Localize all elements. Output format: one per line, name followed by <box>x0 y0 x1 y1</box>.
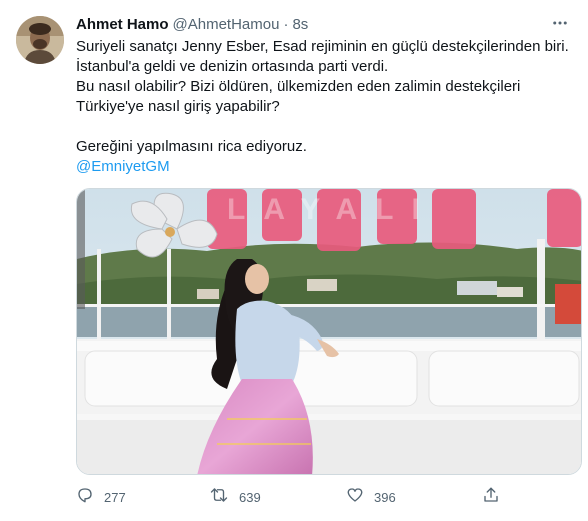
retweet-count: 639 <box>239 489 261 505</box>
tweet-actions: 277 639 396 <box>76 486 516 508</box>
reply-icon <box>76 486 94 509</box>
reply-button[interactable]: 277 <box>76 486 126 508</box>
avatar[interactable] <box>16 16 64 64</box>
share-button[interactable] <box>482 486 500 508</box>
photo-sign-text: LAYALI <box>227 193 438 226</box>
tweet-text-line: İstanbul'a geldi ve denizin ortasında pa… <box>76 58 389 75</box>
tweet-text-line: Bu nasıl olabilir? Bizi öldüren, ülkemiz… <box>76 78 521 95</box>
tweet[interactable]: Ahmet Hamo @AhmetHamou · 8s Suriyeli san… <box>0 0 588 521</box>
author-display-name[interactable]: Ahmet Hamo <box>76 16 169 33</box>
retweet-button[interactable]: 639 <box>209 486 261 508</box>
tweet-photo[interactable]: LAYALI <box>76 188 582 475</box>
more-horizontal-icon <box>551 14 569 37</box>
mention-link[interactable]: @EmniyetGM <box>76 157 574 177</box>
heart-icon <box>346 486 364 509</box>
tweet-content: Ahmet Hamo @AhmetHamou · 8s Suriyeli san… <box>76 14 574 177</box>
author-handle[interactable]: @AhmetHamou <box>173 16 280 33</box>
like-count: 396 <box>374 489 396 505</box>
share-icon <box>482 486 500 509</box>
tweet-text-line: Türkiye'ye nasıl giriş yapabilir? <box>76 98 280 115</box>
tweet-text-line: Gereğini yapılmasını rica ediyoruz. <box>76 138 307 155</box>
reply-count: 277 <box>104 489 126 505</box>
tweet-text-line: Suriyeli sanatçı Jenny Esber, Esad rejim… <box>76 38 569 55</box>
tweet-timestamp[interactable]: 8s <box>292 16 308 33</box>
tweet-text: Suriyeli sanatçı Jenny Esber, Esad rejim… <box>76 37 574 177</box>
separator-dot: · <box>283 15 289 33</box>
tweet-header: Ahmet Hamo @AhmetHamou · 8s <box>76 14 574 34</box>
like-button[interactable]: 396 <box>346 486 396 508</box>
more-options-button[interactable] <box>548 13 572 37</box>
retweet-icon <box>209 486 229 509</box>
